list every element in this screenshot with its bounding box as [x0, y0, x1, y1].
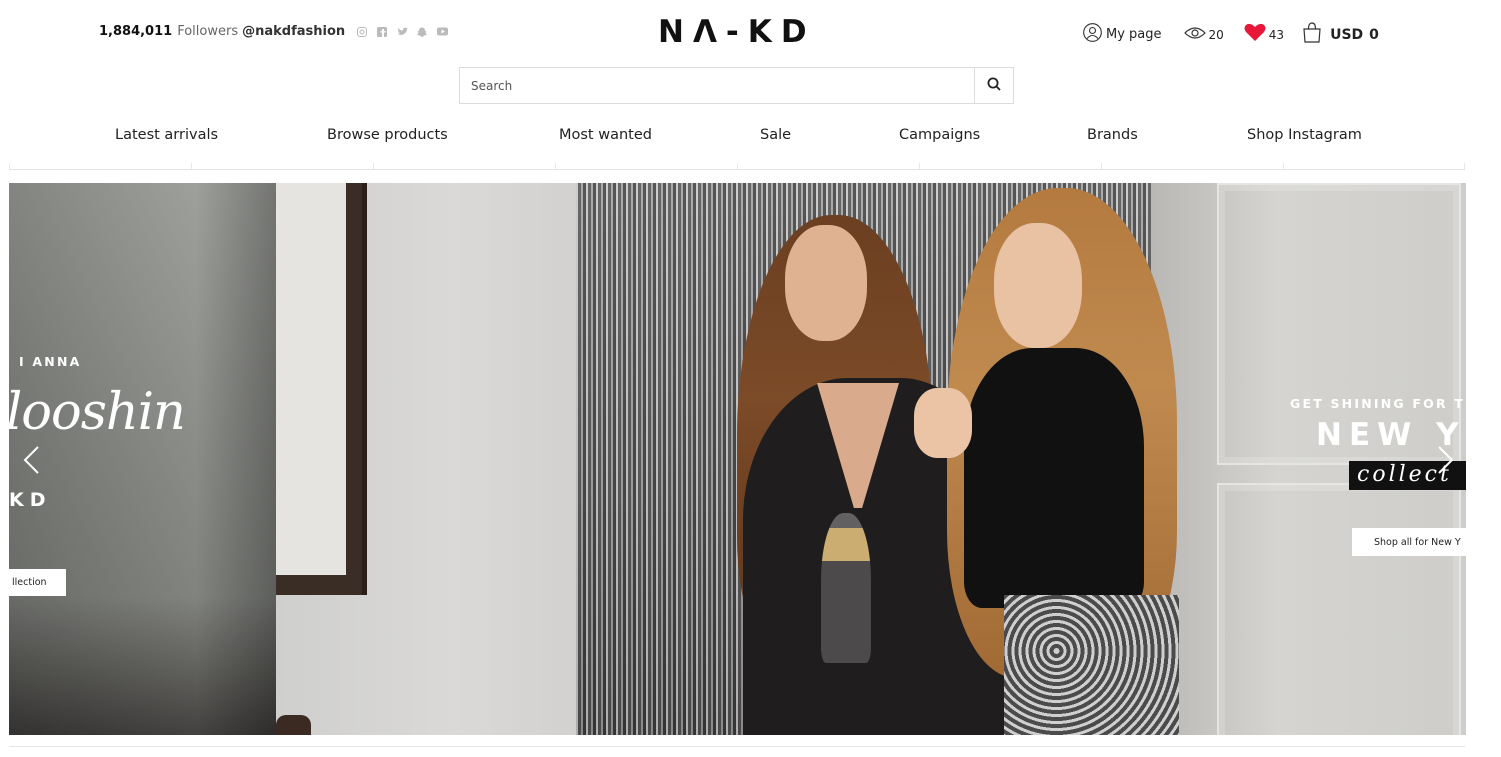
- followers-count: 1,884,011: [99, 24, 173, 39]
- user-icon: [1083, 23, 1102, 46]
- nav-divider: [919, 163, 920, 169]
- nav-divider: [191, 163, 192, 169]
- model-right-hand: [914, 388, 972, 458]
- search-button[interactable]: [974, 68, 1013, 103]
- left-slide-kicker: I ANNA: [19, 354, 82, 369]
- door-panel: [1151, 183, 1466, 735]
- facebook-icon[interactable]: [377, 26, 388, 37]
- model-right-sequin-skirt: [1004, 595, 1179, 735]
- twitter-icon[interactable]: [397, 27, 409, 37]
- followers-label: Followers: [177, 24, 239, 39]
- model-right-top: [964, 348, 1144, 608]
- search-icon: [987, 76, 1001, 95]
- bag-icon: [1302, 22, 1322, 47]
- shopping-bag[interactable]: USD 0: [1302, 22, 1379, 47]
- carousel-prev-button[interactable]: [21, 445, 41, 475]
- nav-divider: [555, 163, 556, 169]
- hero-photo-background: [276, 183, 576, 735]
- recently-viewed[interactable]: 20: [1183, 26, 1224, 44]
- social-handle[interactable]: @nakdfashion: [242, 24, 345, 39]
- section-divider: [9, 746, 1465, 747]
- cart-total: 0: [1369, 26, 1379, 43]
- nav-sale[interactable]: Sale: [760, 127, 791, 143]
- currency-label: USD: [1330, 26, 1364, 43]
- nav-shop-instagram[interactable]: Shop Instagram: [1247, 127, 1362, 143]
- my-page-label: My page: [1106, 27, 1162, 42]
- youtube-icon[interactable]: [437, 27, 449, 37]
- nav-campaigns[interactable]: Campaigns: [899, 127, 980, 143]
- nav-brands[interactable]: Brands: [1087, 127, 1138, 143]
- account-bar: My page 20 43 USD 0: [1083, 22, 1379, 47]
- carousel-next-button[interactable]: [1436, 445, 1456, 475]
- nav-divider: [373, 163, 374, 169]
- right-slide-cta-button[interactable]: Shop all for New Y: [1352, 528, 1466, 556]
- hero-carousel: I ANNA looshin KD llection GET SHINING F…: [9, 183, 1466, 735]
- left-slide-cta-button[interactable]: llection: [9, 569, 66, 596]
- instagram-icon[interactable]: [357, 26, 368, 37]
- social-followers: 1,884,011 Followers @nakdfashion: [99, 24, 449, 39]
- likes-count: 43: [1268, 27, 1285, 42]
- site-logo[interactable]: NΛ-KD: [658, 14, 816, 50]
- nav-browse-products[interactable]: Browse products: [327, 127, 448, 143]
- model-left-face: [785, 225, 867, 341]
- nav-divider: [9, 163, 10, 169]
- main-nav: Latest arrivals Browse products Most wan…: [9, 113, 1465, 170]
- eye-icon: [1183, 26, 1206, 44]
- chevron-left-icon: [21, 446, 41, 479]
- nav-divider: [1283, 163, 1284, 169]
- search-bar: [459, 67, 1014, 104]
- search-input[interactable]: [460, 68, 974, 103]
- wine-glass: [821, 513, 871, 663]
- nav-divider: [737, 163, 738, 169]
- my-page-link[interactable]: My page: [1083, 23, 1162, 46]
- nav-most-wanted[interactable]: Most wanted: [559, 127, 652, 143]
- right-slide-kicker: GET SHINING FOR TH: [1290, 396, 1466, 411]
- heart-icon: [1244, 23, 1266, 46]
- wishlist[interactable]: 43: [1244, 23, 1284, 46]
- left-slide-brand: KD: [9, 489, 52, 511]
- snapchat-icon[interactable]: [417, 27, 428, 37]
- views-count: 20: [1208, 27, 1224, 42]
- left-slide-script: looshin: [9, 383, 186, 442]
- nav-latest-arrivals[interactable]: Latest arrivals: [115, 127, 218, 143]
- chevron-right-icon: [1436, 446, 1456, 479]
- model-right-face: [994, 223, 1082, 348]
- nav-divider: [1464, 163, 1465, 169]
- nav-divider: [1101, 163, 1102, 169]
- previous-slide[interactable]: [9, 183, 276, 735]
